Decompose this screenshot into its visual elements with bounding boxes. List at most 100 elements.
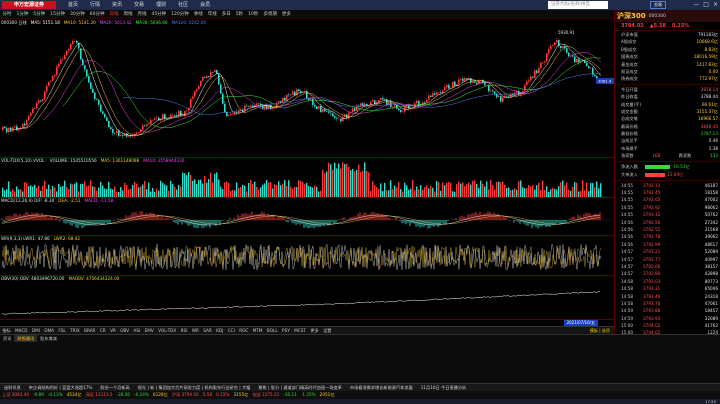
ticker-item[interactable]: 股份一个月新高	[96, 385, 133, 390]
kline-chart[interactable]: 5930.91 3081.4	[0, 20, 614, 158]
indicator-tab-4[interactable]: FSL	[56, 327, 68, 334]
close-icon[interactable]: ×	[713, 0, 718, 10]
period-tab-12[interactable]: 年线	[205, 10, 219, 18]
indicator-tab-8[interactable]: VR	[108, 327, 118, 334]
tick-volume: 48617	[704, 241, 718, 247]
indicator-tab-11[interactable]: EMV	[142, 327, 156, 334]
obv-pane[interactable]: OBV(30) OBV: 4803496720.00 MAOBV: 4756434…	[0, 276, 614, 320]
candle-body	[66, 50, 68, 56]
indicator-tab-15[interactable]: SAR	[201, 327, 214, 334]
indicator-tab-3[interactable]: DMA	[42, 327, 56, 334]
tick-price: 3793.49	[643, 293, 661, 299]
volume-bar	[198, 180, 200, 197]
indicator-tab-17[interactable]: CCI	[226, 327, 237, 334]
volume-bar	[394, 185, 396, 197]
maximize-icon[interactable]: □	[703, 0, 709, 10]
ticker-item[interactable]: 市场看涨需求增长新能源汽车发展	[346, 385, 417, 390]
volume-chart[interactable]	[0, 158, 614, 198]
trade-button[interactable]: 交易	[650, 1, 666, 9]
kline-pane[interactable]: 000300 日线 MA5: 5151.18 MA10: 5141.20 MA20: …	[0, 20, 614, 158]
ticker-item[interactable]: 11月16日 今日直播分析	[417, 385, 471, 390]
tick-time: 14:58	[621, 300, 634, 306]
minimize-icon[interactable]: —	[693, 0, 699, 10]
wr-chart[interactable]	[0, 236, 614, 276]
volume-bar	[228, 183, 230, 197]
menu-item-quotes[interactable]: 行情	[84, 0, 106, 10]
menu-item-community[interactable]: 社区	[172, 0, 194, 10]
news-tab-1[interactable]: 财报通讯	[14, 335, 38, 342]
indicator-tab-5[interactable]: TRIX	[68, 327, 82, 334]
indicator-tab-21[interactable]: PSY	[280, 327, 292, 334]
indicator-tab-16[interactable]: KDJ	[214, 327, 226, 334]
indicator-tab-7[interactable]: CR	[98, 327, 108, 334]
volume-bar	[114, 186, 116, 197]
menu-item-trade[interactable]: 交易	[128, 0, 150, 10]
period-tab-10[interactable]: 120分钟	[169, 10, 192, 18]
ticker-item[interactable]: 聚焦 | 股分 | 通道部门精英时代加速一场变革	[254, 385, 346, 390]
indicator-tab-13[interactable]: RSI	[178, 327, 189, 334]
candle-body	[282, 97, 284, 103]
indicator-tab-23[interactable]: 更多	[308, 327, 321, 334]
indicator-tab-1[interactable]: MACD	[13, 327, 30, 334]
period-tab-8[interactable]: 月线	[135, 10, 149, 18]
period-tab-13[interactable]: 多日	[219, 10, 233, 18]
period-tab-5[interactable]: 60分钟	[87, 10, 107, 18]
menu-item-finance[interactable]: 理财	[150, 0, 172, 10]
ticker-item[interactable]: 迷财讯息	[0, 385, 25, 390]
volume-bar	[270, 182, 272, 197]
volume-bar	[410, 188, 412, 197]
volume-bar	[304, 184, 306, 197]
macd-pane[interactable]: MACD(12,26,9) DIF: -8.30 DEA: -2.51 MACD: …	[0, 198, 614, 236]
volume-bar	[326, 171, 328, 197]
indicator-tab-24[interactable]: 设置	[321, 327, 334, 334]
candle-body	[566, 48, 568, 53]
period-tab-7[interactable]: 周线	[121, 10, 135, 18]
news-tab-2[interactable]: 股东增减	[37, 335, 60, 342]
ticker-item[interactable]: 视光 | 新 | 集团加大芯片研发力度 | 机构股东行业研究 | 大幅	[134, 385, 255, 390]
indicator-tab-19[interactable]: MTM	[251, 327, 265, 334]
indicator-tab-18[interactable]: ROC	[237, 327, 251, 334]
indicator-tab-12[interactable]: VOL-TDX	[156, 327, 179, 334]
indicator-tab-9[interactable]: OBV	[118, 327, 131, 334]
volume-bar	[424, 187, 426, 197]
tick-volume: 41762	[704, 323, 718, 329]
period-tab-1[interactable]: 1分钟	[14, 10, 31, 18]
period-tab-0[interactable]: 分时	[0, 10, 14, 18]
obv-chart[interactable]	[0, 276, 614, 320]
volume-bar	[172, 184, 174, 197]
period-tab-16[interactable]: 多周期	[261, 10, 280, 18]
tick-list[interactable]: 14:55 3792.13 46187 14:55 3792.45 18158 14:55 3…	[615, 182, 720, 337]
menu-item-news[interactable]: 资讯	[106, 0, 128, 10]
period-tab-3[interactable]: 15分钟	[48, 10, 68, 18]
period-tab-9[interactable]: 45分钟	[149, 10, 169, 18]
menu-item-home[interactable]: 首页	[62, 0, 84, 10]
indicator-tab-10[interactable]: ASI	[131, 327, 142, 334]
indicator-tab-6[interactable]: BRAR	[82, 327, 98, 334]
period-tab-14[interactable]: 5秒	[233, 10, 245, 18]
news-tab-0[interactable]: 资讯	[0, 335, 14, 342]
indicator-tab-14[interactable]: WR	[190, 327, 201, 334]
period-tab-6[interactable]: 日线	[107, 10, 121, 18]
stock-search-input[interactable]: 证券代码/名称/拼音	[548, 1, 608, 9]
volume-bar	[100, 181, 102, 197]
candle-body	[44, 91, 46, 99]
indicator-tab-20[interactable]: BOLL	[265, 327, 280, 334]
period-tab-2[interactable]: 5分钟	[31, 10, 48, 18]
ticker-item[interactable]: 央企调结构利好 | 蓝盘大涨超17%	[25, 385, 97, 390]
period-tab-17[interactable]: 更多	[279, 10, 293, 18]
candle-body	[6, 128, 8, 133]
volume-pane[interactable]: VOL-TDX(5,10) VVOL: VOLUME: 1545510556 MA5…	[0, 158, 614, 198]
indicator-tab-2[interactable]: DMI	[30, 327, 42, 334]
news-ticker[interactable]: 迷财讯息 央企调结构利好 | 蓝盘大涨超17% 股份一个月新高 视光 | 新 | 集团…	[0, 383, 720, 391]
wr-pane[interactable]: WR(9,3,3) LWR1: 47.86 LWR2: 68.42	[0, 236, 614, 276]
period-tab-4[interactable]: 30分钟	[67, 10, 87, 18]
indicator-tab-22[interactable]: MCST	[292, 327, 308, 334]
period-tab-15[interactable]: 10秒	[246, 10, 261, 18]
menu-item-member[interactable]: 会员	[194, 0, 216, 10]
indicator-options[interactable]: 模板 | 选项	[588, 327, 612, 334]
candle-body	[292, 91, 294, 95]
volume-bar	[170, 180, 172, 197]
index-quote: -0.13%	[47, 392, 63, 397]
period-tab-11[interactable]: 季线	[191, 10, 205, 18]
indicator-tab-0[interactable]: 指标	[0, 327, 13, 334]
